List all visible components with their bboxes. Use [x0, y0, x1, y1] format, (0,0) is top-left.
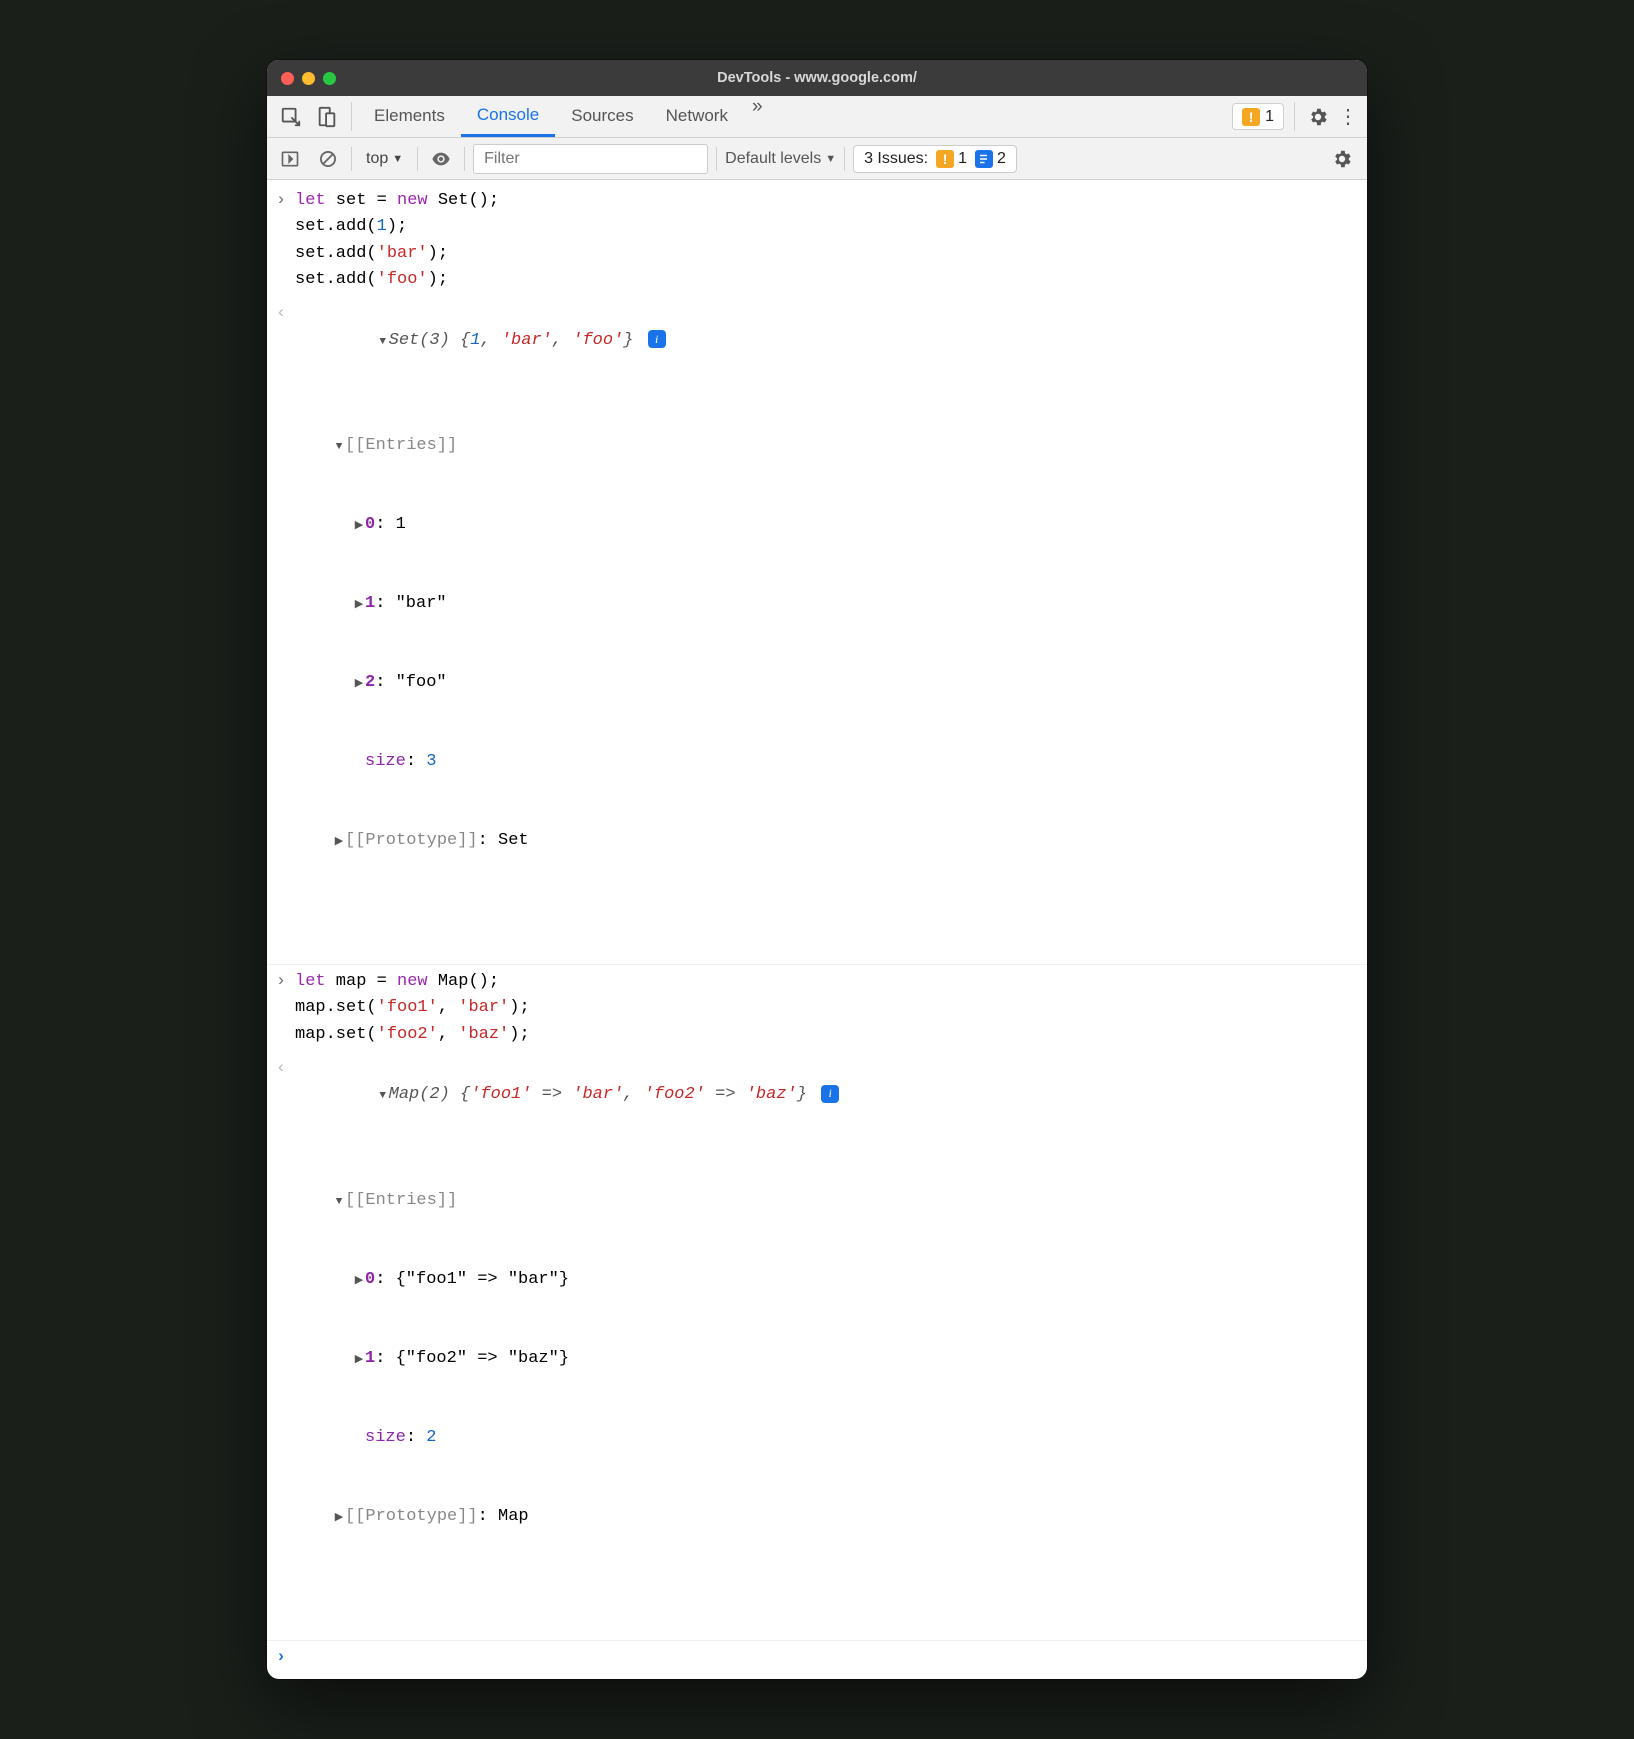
warning-count: 1 [1265, 108, 1274, 126]
entries-label: [[Entries]] [345, 436, 457, 455]
code-line: let set = new Set(); set.add(1); set.add… [295, 188, 1357, 293]
console-input[interactable]: › let map = new Map(); map.set('foo1', '… [267, 965, 1367, 1052]
more-menu-icon[interactable]: ⋮ [1335, 96, 1361, 137]
traffic-lights [281, 72, 336, 85]
live-expression-icon[interactable] [426, 144, 456, 174]
console-output: ‹ Set(3) {1, 'bar', 'foo'} i [[Entries]]… [267, 297, 1367, 965]
prompt-icon: › [267, 188, 295, 293]
tab-network[interactable]: Network [650, 96, 744, 137]
window-title: DevTools - www.google.com/ [717, 70, 917, 86]
separator [464, 147, 465, 171]
separator [351, 147, 352, 171]
disclosure-triangle-icon[interactable] [353, 1267, 365, 1293]
chevron-down-icon: ▼ [392, 153, 403, 165]
disclosure-triangle-icon[interactable] [377, 1082, 389, 1108]
warning-icon: ! [1242, 108, 1260, 126]
inspect-element-icon[interactable] [273, 96, 309, 137]
tab-elements[interactable]: Elements [358, 96, 461, 137]
chevron-down-icon: ▼ [825, 153, 836, 165]
toggle-sidebar-icon[interactable] [275, 144, 305, 174]
tab-sources[interactable]: Sources [555, 96, 649, 137]
close-window[interactable] [281, 72, 294, 85]
console-toolbar: top ▼ Default levels ▼ 3 Issues: ! 1 2 [267, 138, 1367, 180]
separator [844, 147, 845, 171]
log-levels-selector[interactable]: Default levels ▼ [725, 150, 836, 168]
clear-console-icon[interactable] [313, 144, 343, 174]
warning-icon: ! [936, 150, 954, 168]
info-icon [975, 150, 993, 168]
issues-info-count: 2 [997, 150, 1006, 168]
main-tabbar: Elements Console Sources Network » ! 1 ⋮ [267, 96, 1367, 138]
console-body: › let set = new Set(); set.add(1); set.a… [267, 180, 1367, 1679]
settings-icon[interactable] [1301, 96, 1335, 137]
separator [716, 147, 717, 171]
separator [1294, 102, 1295, 131]
prompt-icon: › [267, 969, 295, 1048]
devtools-window: DevTools - www.google.com/ Elements Cons… [267, 60, 1367, 1679]
device-toolbar-icon[interactable] [309, 96, 345, 137]
context-label: top [366, 150, 388, 168]
object-tree[interactable]: Map(2) {'foo1' => 'bar', 'foo2' => 'baz'… [295, 1056, 1357, 1636]
disclosure-triangle-icon[interactable] [353, 670, 365, 696]
more-tabs-icon[interactable]: » [744, 96, 771, 137]
issues-warning-count: 1 [958, 150, 967, 168]
maximize-window[interactable] [323, 72, 336, 85]
info-badge-icon[interactable]: i [821, 1085, 839, 1103]
levels-label: Default levels [725, 150, 821, 168]
disclosure-triangle-icon[interactable] [353, 591, 365, 617]
prompt-icon: › [267, 1645, 295, 1671]
titlebar: DevTools - www.google.com/ [267, 60, 1367, 96]
minimize-window[interactable] [302, 72, 315, 85]
console-prompt[interactable]: › [267, 1641, 1367, 1675]
disclosure-triangle-icon[interactable] [333, 1188, 345, 1214]
filter-input[interactable] [473, 144, 708, 174]
disclosure-triangle-icon[interactable] [353, 1346, 365, 1372]
disclosure-triangle-icon[interactable] [377, 328, 389, 354]
console-input[interactable]: › let set = new Set(); set.add(1); set.a… [267, 184, 1367, 297]
tab-console[interactable]: Console [461, 96, 555, 137]
warnings-badge[interactable]: ! 1 [1232, 103, 1284, 130]
context-selector[interactable]: top ▼ [360, 150, 409, 168]
input-area[interactable] [295, 1645, 1357, 1671]
separator [351, 102, 352, 131]
object-tree[interactable]: Set(3) {1, 'bar', 'foo'} i [[Entries]] 0… [295, 301, 1357, 960]
disclosure-triangle-icon[interactable] [353, 512, 365, 538]
info-badge-icon[interactable]: i [648, 330, 666, 348]
entries-label: [[Entries]] [345, 1191, 457, 1210]
result-icon: ‹ [267, 1056, 295, 1636]
issues-label: 3 Issues: [864, 150, 928, 168]
separator [417, 147, 418, 171]
console-settings-icon[interactable] [1325, 148, 1359, 170]
disclosure-triangle-icon[interactable] [333, 828, 345, 854]
disclosure-triangle-icon[interactable] [333, 1504, 345, 1530]
result-icon: ‹ [267, 301, 295, 960]
disclosure-triangle-icon[interactable] [333, 433, 345, 459]
console-output: ‹ Map(2) {'foo1' => 'bar', 'foo2' => 'ba… [267, 1052, 1367, 1641]
code-line: let map = new Map(); map.set('foo1', 'ba… [295, 969, 1357, 1048]
issues-badge[interactable]: 3 Issues: ! 1 2 [853, 145, 1017, 173]
